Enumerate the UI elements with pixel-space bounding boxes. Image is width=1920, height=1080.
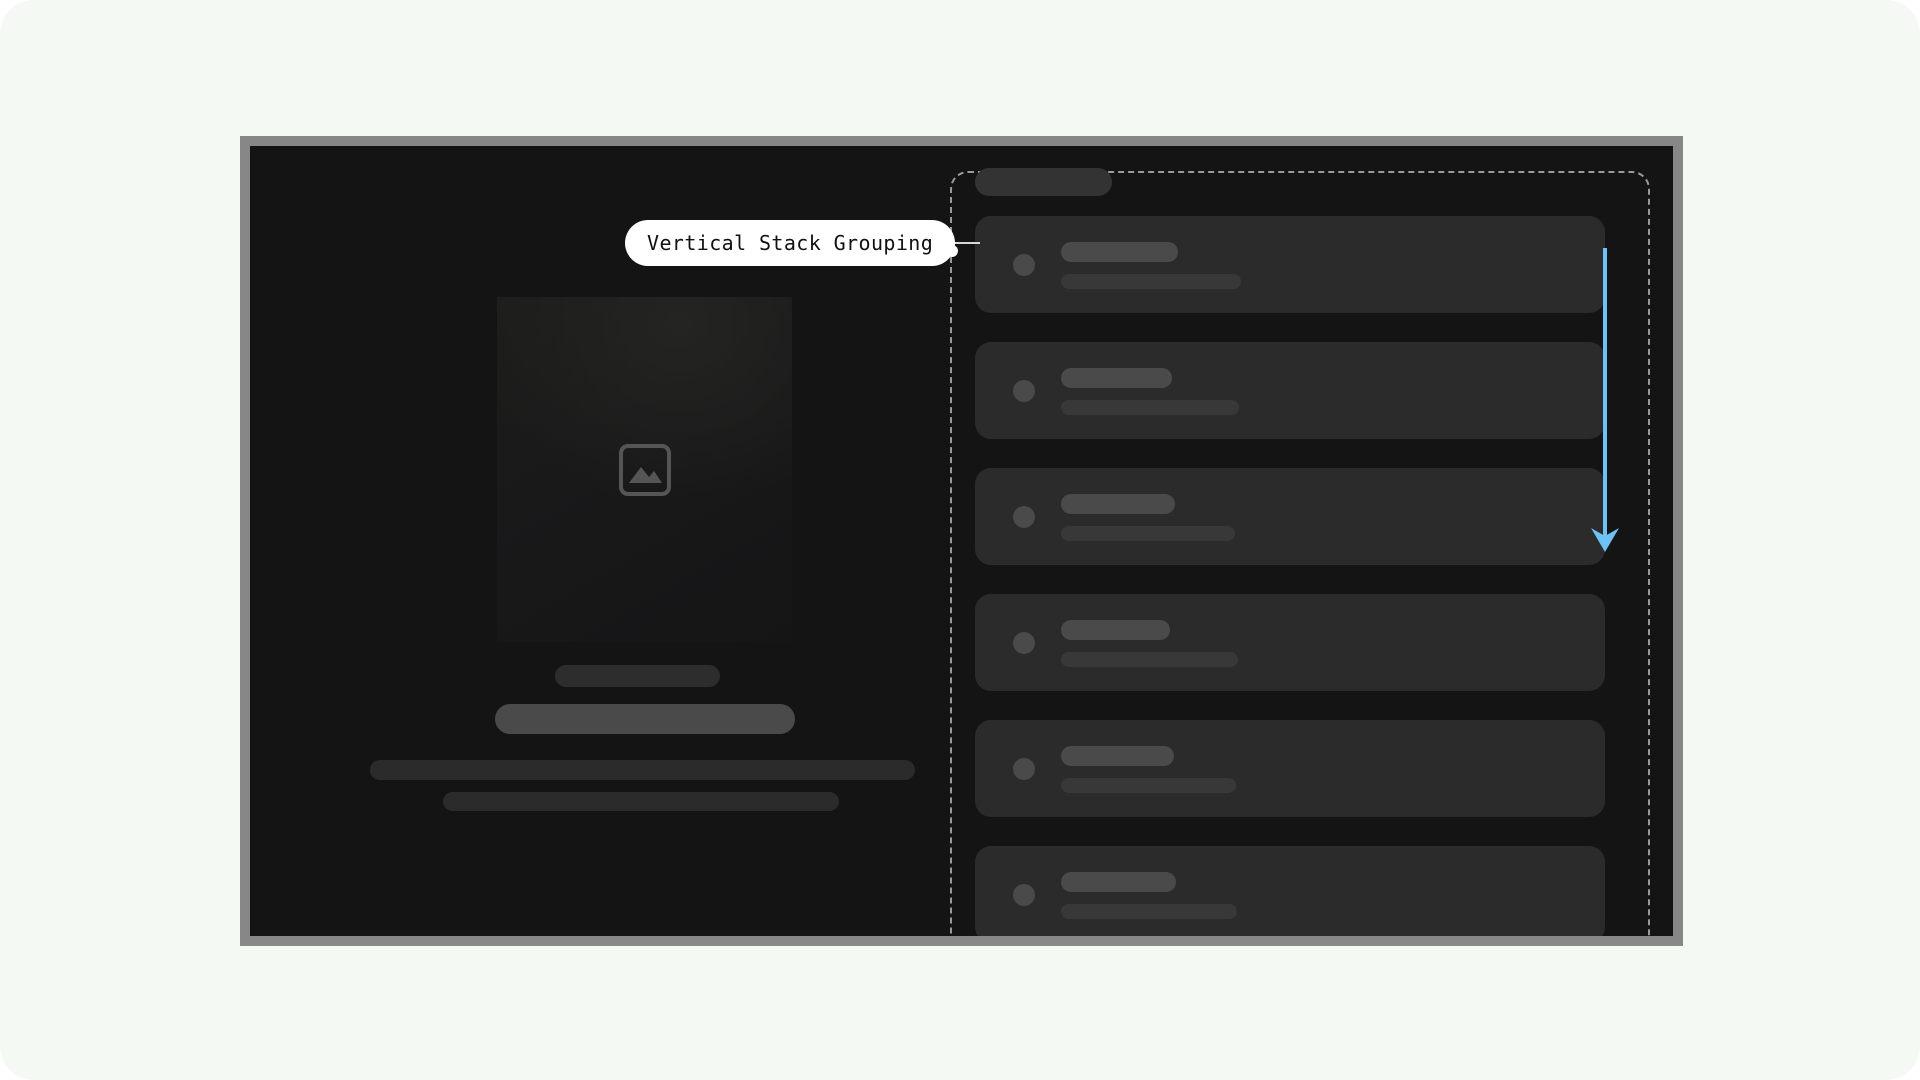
list-item-title-placeholder bbox=[1061, 368, 1172, 388]
callout-label-text: Vertical Stack Grouping bbox=[647, 231, 934, 255]
callout-label-pill[interactable]: Vertical Stack Grouping bbox=[625, 220, 956, 266]
list-item-title-placeholder bbox=[1061, 746, 1174, 766]
avatar bbox=[1013, 883, 1035, 906]
list-item-subtitle-placeholder bbox=[1061, 652, 1238, 667]
device-frame bbox=[240, 136, 1683, 946]
detail-text-placeholder-4 bbox=[443, 792, 839, 811]
hero-image-placeholder[interactable] bbox=[497, 297, 792, 642]
list-item-subtitle-placeholder bbox=[1061, 400, 1239, 415]
list-item[interactable] bbox=[975, 720, 1605, 817]
page-root: Vertical Stack Grouping bbox=[0, 0, 1920, 1080]
list-item-title-placeholder bbox=[1061, 620, 1170, 640]
list-item-subtitle-placeholder bbox=[1061, 526, 1235, 541]
detail-text-placeholder-1 bbox=[555, 665, 720, 687]
vertical-stack-list[interactable] bbox=[975, 216, 1605, 936]
list-header-placeholder bbox=[975, 168, 1112, 196]
avatar bbox=[1013, 379, 1035, 402]
avatar bbox=[1013, 505, 1035, 528]
list-item-subtitle-placeholder bbox=[1061, 778, 1236, 793]
list-pane bbox=[940, 146, 1673, 936]
avatar bbox=[1013, 757, 1035, 780]
list-item[interactable] bbox=[975, 468, 1605, 565]
detail-text-placeholder-2 bbox=[495, 704, 795, 734]
list-item-subtitle-placeholder bbox=[1061, 274, 1241, 289]
list-item-title-placeholder bbox=[1061, 494, 1175, 514]
list-item[interactable] bbox=[975, 846, 1605, 936]
device-screen bbox=[250, 146, 1673, 936]
list-item[interactable] bbox=[975, 216, 1605, 313]
image-placeholder-icon bbox=[618, 443, 672, 497]
detail-text-placeholder-3 bbox=[370, 760, 915, 780]
avatar bbox=[1013, 253, 1035, 276]
avatar bbox=[1013, 631, 1035, 654]
list-item-subtitle-placeholder bbox=[1061, 904, 1237, 919]
list-item[interactable] bbox=[975, 342, 1605, 439]
list-item-title-placeholder bbox=[1061, 242, 1178, 262]
list-item-title-placeholder bbox=[1061, 872, 1176, 892]
list-item[interactable] bbox=[975, 594, 1605, 691]
scroll-direction-arrow bbox=[1588, 246, 1622, 556]
